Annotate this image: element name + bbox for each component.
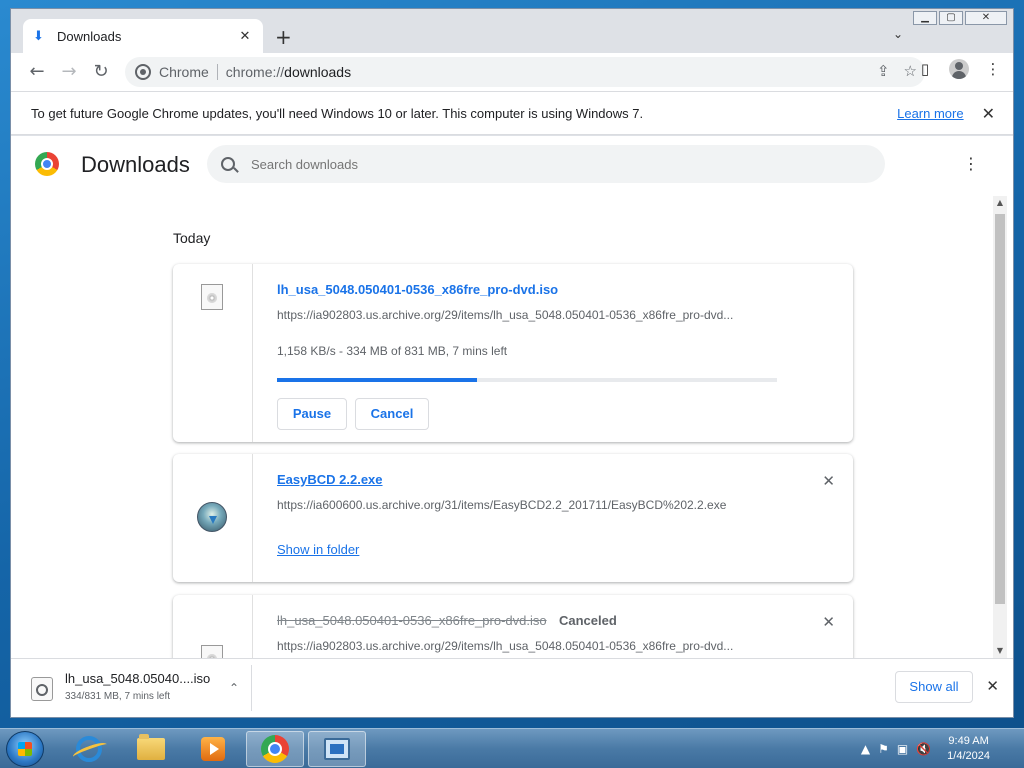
network-icon[interactable]: ▣: [897, 742, 908, 756]
source-url: https://ia902803.us.archive.org/29/items…: [277, 308, 734, 322]
download-item: lh_usa_5048.050401-0536_x86fre_pro-dvd.i…: [173, 264, 853, 442]
disc-image-file-icon: [201, 284, 223, 310]
internet-explorer-icon: [76, 736, 102, 762]
taskbar-app-chrome[interactable]: [246, 731, 304, 767]
side-panel-icon[interactable]: ▯: [915, 60, 935, 78]
omnibox-actions: ⇪ ☆: [877, 62, 917, 80]
forward-button[interactable]: →: [53, 58, 85, 86]
clock[interactable]: 9:49 AM 1/4/2024: [947, 734, 990, 764]
tab-strip: ⬇ Downloads ✕ + ⌄: [11, 9, 1013, 53]
share-icon[interactable]: ⇪: [877, 62, 890, 80]
volume-muted-icon[interactable]: 🔇: [916, 742, 931, 756]
progress-bar: [277, 378, 777, 382]
remote-desktop-icon: [324, 738, 350, 760]
downloads-header: Downloads ⋮: [11, 136, 1013, 192]
pause-button[interactable]: Pause: [277, 398, 347, 430]
download-item: EasyBCD 2.2.exe https://ia600600.us.arch…: [173, 454, 853, 582]
tab-close-icon[interactable]: ✕: [237, 29, 253, 44]
scroll-up-icon[interactable]: ▲: [993, 196, 1007, 210]
url-path: downloads: [284, 64, 352, 80]
tab-downloads[interactable]: ⬇ Downloads ✕: [23, 19, 263, 53]
clock-time: 9:49 AM: [948, 735, 989, 747]
profile-avatar-icon[interactable]: [949, 59, 969, 79]
tab-title: Downloads: [57, 28, 122, 44]
remove-item-close-icon[interactable]: ✕: [822, 472, 835, 490]
shelf-file-name: lh_usa_5048.05040....iso: [65, 671, 211, 686]
omnibox-divider: [216, 64, 218, 80]
taskbar-app-ie[interactable]: [60, 731, 118, 767]
installer-file-icon: [197, 502, 227, 532]
source-url: https://ia902803.us.archive.org/29/items…: [277, 639, 734, 653]
shelf-download-item[interactable]: lh_usa_5048.05040....iso 334/831 MB, 7 m…: [19, 665, 251, 711]
page-title: Downloads: [81, 152, 190, 177]
start-button[interactable]: [6, 731, 44, 767]
chrome-icon: [261, 735, 289, 763]
chevron-up-icon[interactable]: ⌃: [229, 681, 239, 695]
toolbar-right: ▯ ⋮: [915, 59, 1003, 79]
search-input[interactable]: [251, 156, 851, 172]
search-icon: [221, 157, 235, 171]
reload-button[interactable]: ↻: [85, 58, 117, 86]
page-scrollbar[interactable]: ▲ ▼: [993, 196, 1007, 658]
disc-image-file-icon: [31, 677, 53, 701]
file-name-link[interactable]: lh_usa_5048.050401-0536_x86fre_pro-dvd.i…: [277, 282, 558, 297]
taskbar-app-explorer[interactable]: [122, 731, 180, 767]
update-infobar: To get future Google Chrome updates, you…: [11, 91, 1013, 135]
download-item-body: lh_usa_5048.050401-0536_x86fre_pro-dvd.i…: [277, 264, 833, 442]
chrome-logo-icon: [35, 152, 59, 176]
taskbar: ▲ ⚑ ▣ 🔇 9:49 AM 1/4/2024: [0, 728, 1024, 768]
folder-icon: [137, 734, 165, 760]
taskbar-app-media-player[interactable]: [184, 731, 242, 767]
downloads-page: Downloads ⋮ ▲ ▼ Today lh_usa_5048.050401…: [11, 136, 1013, 658]
progress-status: 1,158 KB/s - 334 MB of 831 MB, 7 mins le…: [277, 344, 508, 358]
infobar-close-icon[interactable]: ✕: [982, 104, 995, 123]
menu-kebab-icon[interactable]: ⋮: [983, 60, 1003, 78]
show-hidden-icons-icon[interactable]: ▲: [861, 742, 870, 756]
date-header: Today: [173, 230, 211, 246]
download-icon: ⬇: [33, 28, 44, 43]
cancel-button[interactable]: Cancel: [355, 398, 429, 430]
shelf-divider: [251, 665, 252, 711]
show-all-button[interactable]: Show all: [895, 671, 973, 703]
scheme-label: Chrome: [159, 64, 209, 80]
file-icon-column: [173, 264, 253, 442]
download-item: lh_usa_5048.050401-0536_x86fre_pro-dvd.i…: [173, 595, 853, 658]
scroll-thumb[interactable]: [995, 214, 1005, 604]
system-tray: ▲ ⚑ ▣ 🔇 9:49 AM 1/4/2024: [861, 733, 1014, 765]
tab-search-chevron-icon[interactable]: ⌄: [893, 27, 903, 41]
taskbar-app-remote[interactable]: [308, 731, 366, 767]
new-tab-button[interactable]: +: [275, 25, 292, 49]
downloads-menu-icon[interactable]: ⋮: [963, 154, 979, 173]
chrome-window: ▁ ▢ ✕ ⬇ Downloads ✕ + ⌄ ← → ↻ Chrome chr…: [10, 8, 1014, 718]
disc-image-file-icon: [201, 645, 223, 658]
toolbar: ← → ↻ Chrome chrome://downloads ⇪ ☆ ▯ ⋮: [11, 53, 1013, 91]
file-icon-column: [173, 454, 253, 582]
show-in-folder-link[interactable]: Show in folder: [277, 542, 359, 557]
shelf-close-icon[interactable]: ✕: [986, 677, 999, 695]
infobar-message: To get future Google Chrome updates, you…: [31, 105, 644, 121]
download-item-body: lh_usa_5048.050401-0536_x86fre_pro-dvd.i…: [277, 595, 833, 658]
url-prefix: chrome://: [225, 64, 285, 80]
remove-item-close-icon[interactable]: ✕: [822, 613, 835, 631]
file-name-link[interactable]: lh_usa_5048.050401-0536_x86fre_pro-dvd.i…: [277, 613, 547, 628]
scroll-down-icon[interactable]: ▼: [993, 644, 1007, 658]
canceled-status-label: Canceled: [559, 613, 617, 628]
file-name-link[interactable]: EasyBCD 2.2.exe: [277, 472, 383, 487]
file-icon-column: [173, 595, 253, 658]
search-box[interactable]: [207, 145, 885, 183]
learn-more-link[interactable]: Learn more: [897, 106, 963, 121]
media-player-icon: [201, 737, 225, 761]
download-shelf: lh_usa_5048.05040....iso 334/831 MB, 7 m…: [11, 658, 1013, 717]
progress-bar-fill: [277, 378, 477, 382]
source-url: https://ia600600.us.archive.org/31/items…: [277, 498, 727, 512]
chrome-page-icon: [135, 64, 151, 80]
clock-date: 1/4/2024: [947, 750, 990, 762]
back-button[interactable]: ←: [21, 58, 53, 86]
address-bar[interactable]: Chrome chrome://downloads ⇪ ☆: [125, 57, 925, 87]
action-center-flag-icon[interactable]: ⚑: [878, 742, 889, 756]
download-item-body: EasyBCD 2.2.exe https://ia600600.us.arch…: [277, 454, 833, 582]
shelf-status: 334/831 MB, 7 mins left: [65, 691, 171, 702]
